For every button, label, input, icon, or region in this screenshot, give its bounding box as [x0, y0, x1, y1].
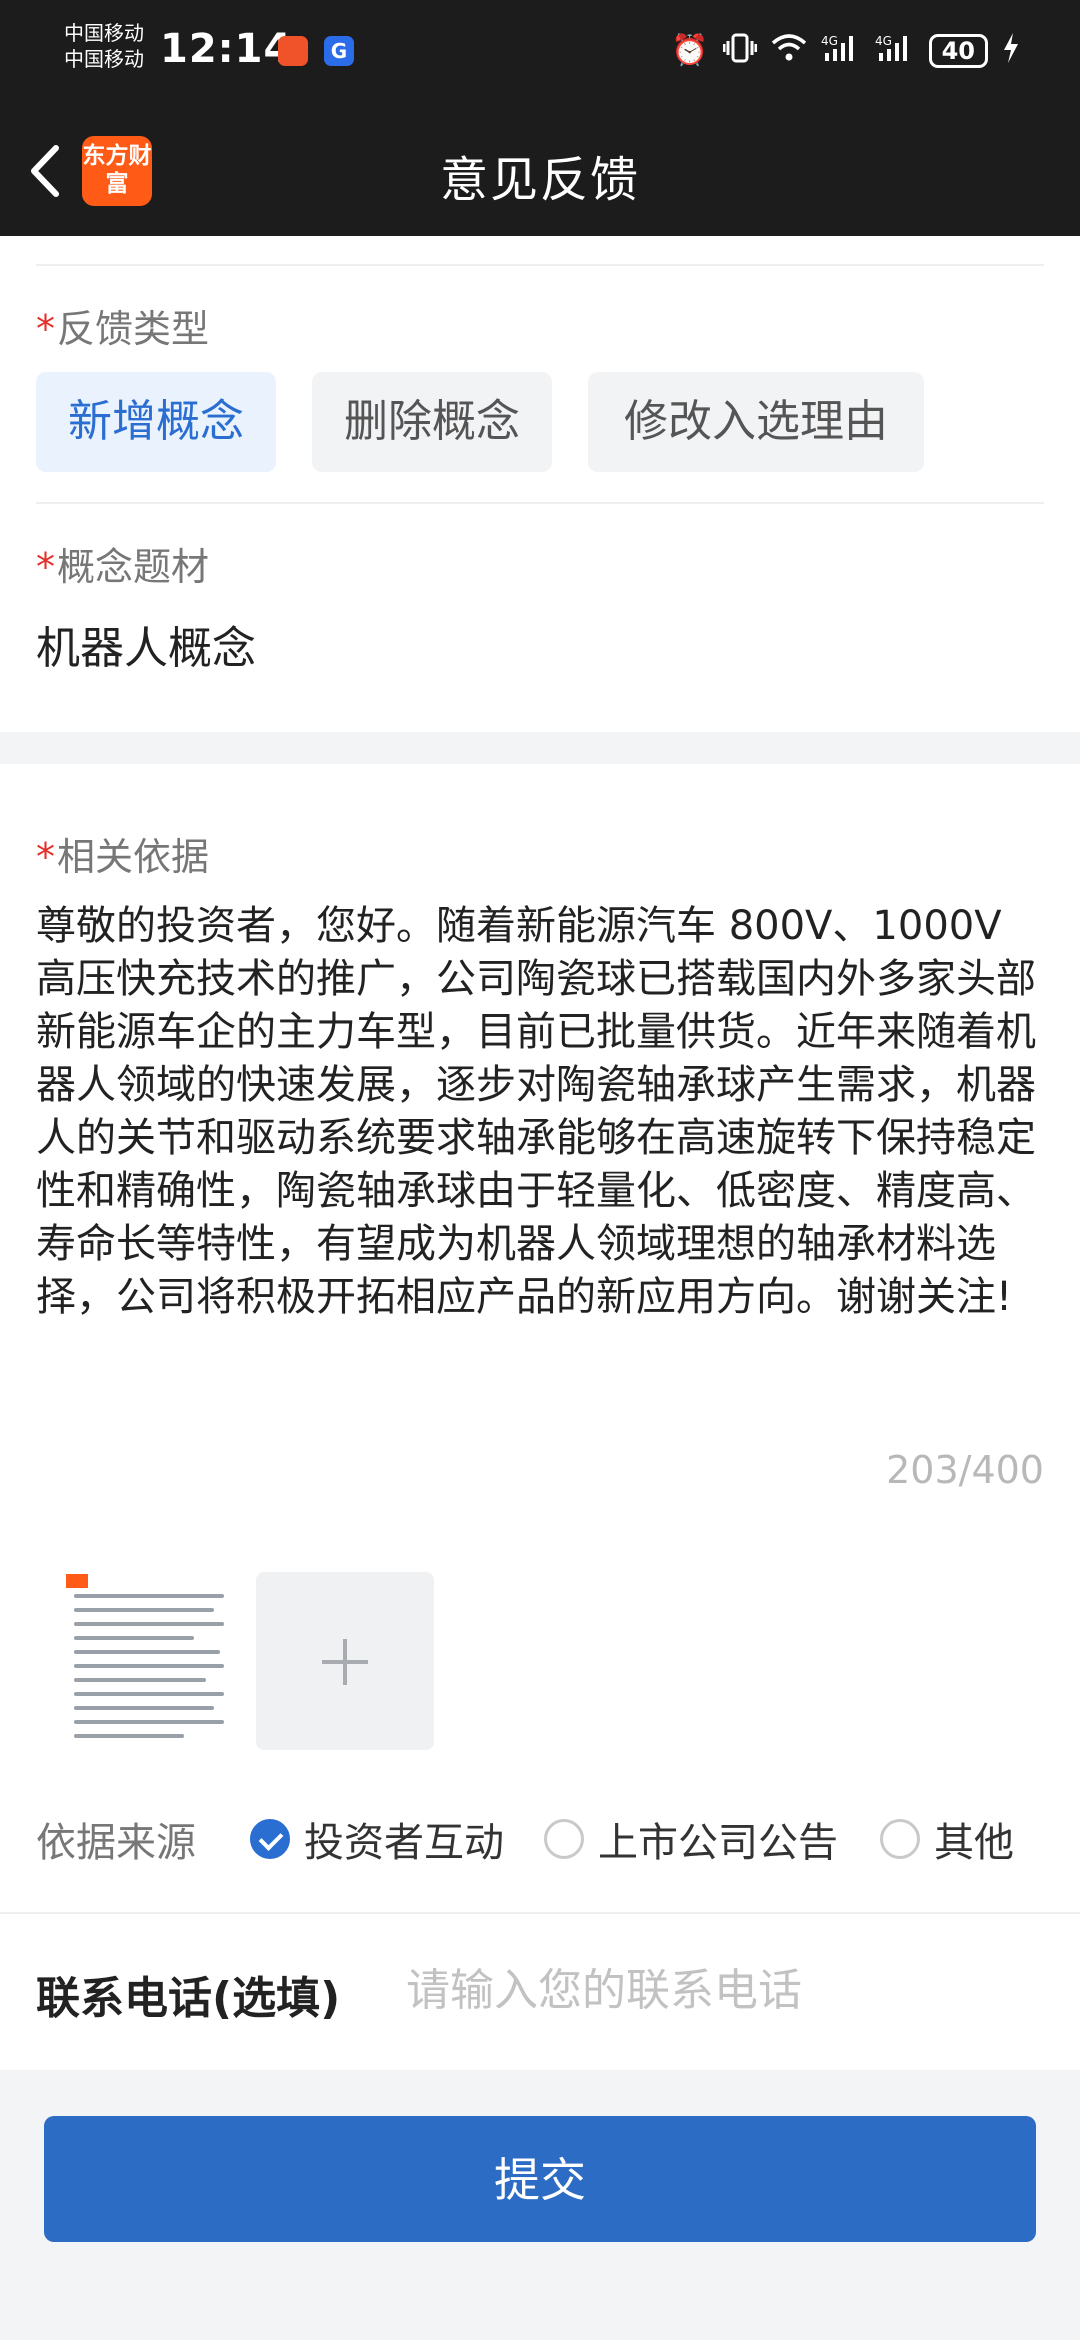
chip-delete-concept[interactable]: 删除概念	[312, 372, 552, 472]
basis-textarea[interactable]: 尊敬的投资者，您好。随着新能源汽车 800V、1000V 高压快充技术的推广，公…	[36, 900, 1046, 1324]
radio-label: 投资者互动	[304, 1820, 504, 1866]
divider	[36, 502, 1044, 504]
feedback-type-label-text: 反馈类型	[57, 307, 210, 351]
thumbnail-text-line	[74, 1608, 214, 1612]
required-mark: *	[36, 545, 55, 589]
char-counter: 203/400	[886, 1448, 1044, 1492]
phone-input[interactable]	[404, 1958, 1044, 2022]
section-separator	[0, 732, 1080, 764]
radio-unchecked-icon	[880, 1819, 920, 1859]
add-image-button[interactable]	[256, 1572, 434, 1750]
notification-app-icon	[278, 36, 308, 66]
basis-label-text: 相关依据	[57, 835, 210, 879]
status-bar: 中国移动 中国移动 12:14 G ⏰ 4G 4G 40	[0, 0, 1080, 110]
divider	[0, 1912, 1080, 1914]
notification-g-icon: G	[324, 36, 354, 66]
thumbnail-text-line	[74, 1622, 224, 1626]
signal-4g-icon-1: 4G	[821, 33, 861, 69]
svg-text:4G: 4G	[821, 34, 838, 48]
thumbnail-text-line	[74, 1720, 224, 1724]
concept-label: *概念题材	[36, 536, 209, 591]
thumbnail-text-line	[74, 1650, 220, 1654]
svg-text:4G: 4G	[875, 34, 892, 48]
required-mark: *	[36, 835, 55, 879]
required-mark: *	[36, 307, 55, 351]
feedback-type-label: *反馈类型	[36, 298, 209, 353]
charging-icon	[1002, 32, 1020, 70]
radio-other[interactable]: 其他	[880, 1810, 1014, 1868]
battery-icon: 40	[928, 34, 988, 68]
thumbnail-text-line	[74, 1678, 206, 1682]
thumbnail-text-line	[74, 1734, 184, 1738]
radio-checked-icon	[250, 1819, 290, 1859]
divider	[36, 264, 1044, 266]
footer: 提交	[0, 2070, 1080, 2340]
thumbnail-text-line	[74, 1692, 224, 1696]
chip-add-concept[interactable]: 新增概念	[36, 372, 276, 472]
radio-investor-interaction[interactable]: 投资者互动	[250, 1810, 504, 1868]
status-time: 12:14	[160, 26, 293, 72]
status-icons: ⏰ 4G 4G 40	[671, 28, 1020, 74]
title-bar: 东方财富 意见反馈	[0, 110, 1080, 236]
thumbnail-text-line	[74, 1636, 194, 1640]
thumbnail-text-line	[74, 1594, 224, 1598]
page-title: 意见反馈	[439, 152, 640, 208]
radio-company-announcement[interactable]: 上市公司公告	[544, 1810, 838, 1868]
thumbnail-text-line	[74, 1706, 214, 1710]
radio-label: 其他	[934, 1820, 1014, 1866]
carrier-2: 中国移动	[64, 47, 144, 71]
submit-button[interactable]: 提交	[44, 2116, 1036, 2242]
source-label: 依据来源	[36, 1820, 196, 1866]
concept-label-text: 概念题材	[57, 545, 210, 589]
chip-modify-reason[interactable]: 修改入选理由	[588, 372, 924, 472]
thumbnail-text-line	[74, 1664, 224, 1668]
radio-unchecked-icon	[544, 1819, 584, 1859]
basis-label: *相关依据	[36, 826, 209, 881]
wifi-icon	[771, 33, 807, 69]
phone-label: 联系电话(选填)	[36, 1973, 341, 2024]
attached-image-thumbnail[interactable]	[66, 1572, 234, 1750]
radio-label: 上市公司公告	[598, 1820, 838, 1866]
thumbnail-logo	[66, 1574, 88, 1588]
alarm-icon: ⏰	[671, 33, 709, 68]
concept-value: 机器人概念	[36, 623, 256, 674]
signal-4g-icon-2: 4G	[875, 33, 915, 69]
carrier-1: 中国移动	[64, 21, 144, 45]
plus-icon	[343, 1639, 347, 1685]
top-bar: 中国移动 中国移动 12:14 G ⏰ 4G 4G 40 东方财富 意见反馈	[0, 0, 1080, 236]
carrier-info: 中国移动 中国移动	[64, 20, 144, 72]
vibrate-icon	[722, 33, 758, 69]
